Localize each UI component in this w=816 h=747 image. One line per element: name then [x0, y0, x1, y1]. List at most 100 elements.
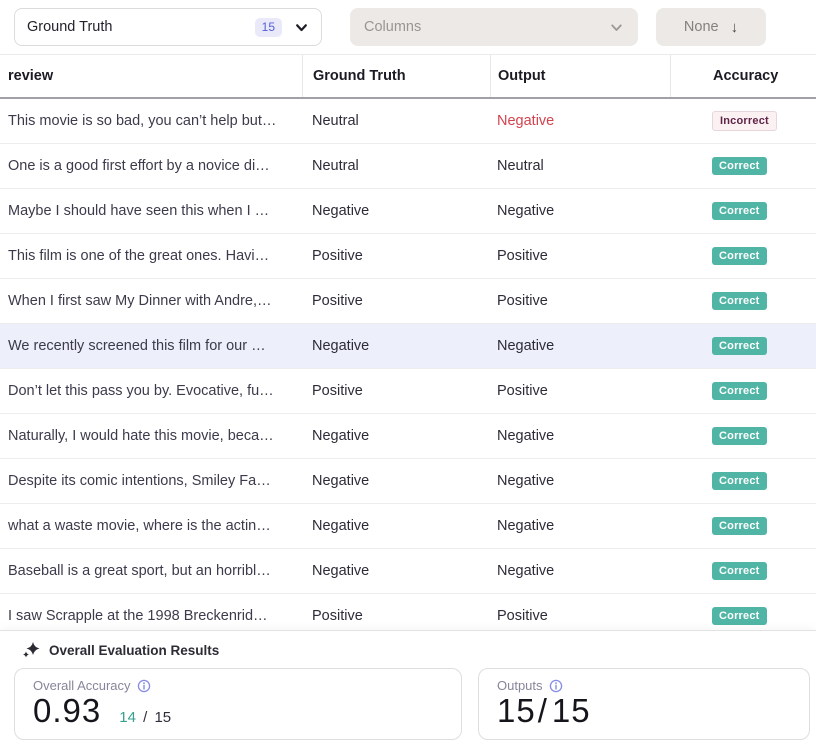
- outputs-numerator: 15: [497, 692, 536, 729]
- review-cell: Naturally, I would hate this movie, beca…: [0, 428, 302, 444]
- output-cell: Negative: [490, 428, 670, 444]
- output-cell: Positive: [490, 383, 670, 399]
- accuracy-cell: Correct: [670, 562, 816, 580]
- ground-truth-cell: Positive: [302, 293, 490, 309]
- toolbar: Ground Truth 15 Columns None ↓: [0, 0, 816, 55]
- accuracy-badge: Correct: [712, 607, 767, 625]
- accuracy-cell: Incorrect: [670, 111, 816, 131]
- ground-truth-cell: Negative: [302, 338, 490, 354]
- output-cell: Positive: [490, 608, 670, 624]
- sort-direction-label: None: [684, 19, 719, 35]
- ground-truth-cell: Neutral: [302, 113, 490, 129]
- ground-truth-cell: Negative: [302, 428, 490, 444]
- table-body: This movie is so bad, you can’t help but…: [0, 99, 816, 639]
- review-cell: Despite its comic intentions, Smiley Fa…: [0, 473, 302, 489]
- outputs-denominator: 15: [552, 692, 591, 729]
- table-row[interactable]: what a waste movie, where is the actin…N…: [0, 504, 816, 549]
- overall-results-panel: Overall Evaluation Results Overall Accur…: [0, 630, 816, 747]
- accuracy-badge: Correct: [712, 247, 767, 265]
- accuracy-badge: Correct: [712, 292, 767, 310]
- output-cell: Negative: [490, 518, 670, 534]
- ground-truth-cell: Negative: [302, 563, 490, 579]
- info-icon[interactable]: [549, 679, 563, 693]
- table-row[interactable]: This film is one of the great ones. Havi…: [0, 234, 816, 279]
- ground-truth-select[interactable]: Ground Truth 15: [14, 8, 322, 46]
- columns-select-placeholder: Columns: [364, 19, 421, 35]
- ground-truth-cell: Positive: [302, 383, 490, 399]
- accuracy-badge: Correct: [712, 517, 767, 535]
- output-cell: Positive: [490, 248, 670, 264]
- table-row[interactable]: We recently screened this film for our ……: [0, 324, 816, 369]
- table-row[interactable]: Maybe I should have seen this when I …Ne…: [0, 189, 816, 234]
- review-cell: We recently screened this film for our …: [0, 338, 302, 354]
- accuracy-badge: Correct: [712, 427, 767, 445]
- table-row[interactable]: Despite its comic intentions, Smiley Fa……: [0, 459, 816, 504]
- table-row[interactable]: When I first saw My Dinner with Andre,…P…: [0, 279, 816, 324]
- overall-accuracy-value-row: 0.93 14 / 15: [33, 694, 443, 729]
- sort-direction-button[interactable]: None ↓: [656, 8, 766, 46]
- accuracy-cell: Correct: [670, 517, 816, 535]
- outputs-value-row: 15/15: [497, 694, 791, 729]
- correct-count: 14: [119, 709, 136, 726]
- overall-accuracy-label: Overall Accuracy: [33, 678, 131, 693]
- accuracy-cell: Correct: [670, 157, 816, 175]
- outputs-separator: /: [538, 692, 548, 729]
- overall-accuracy-label-row: Overall Accuracy: [33, 678, 443, 693]
- row-count-badge: 15: [255, 18, 282, 37]
- arrow-down-icon: ↓: [731, 19, 739, 36]
- table-row[interactable]: Baseball is a great sport, but an horrib…: [0, 549, 816, 594]
- review-cell: I saw Scrapple at the 1998 Breckenrid…: [0, 608, 302, 624]
- accuracy-cell: Correct: [670, 607, 816, 625]
- review-cell: what a waste movie, where is the actin…: [0, 518, 302, 534]
- table-row[interactable]: One is a good first effort by a novice d…: [0, 144, 816, 189]
- ground-truth-cell: Positive: [302, 248, 490, 264]
- table-header: review Ground Truth Output Accuracy: [0, 55, 816, 99]
- info-icon[interactable]: [137, 679, 151, 693]
- accuracy-badge: Correct: [712, 562, 767, 580]
- columns-select[interactable]: Columns: [350, 8, 638, 46]
- table-row[interactable]: Don’t let this pass you by. Evocative, f…: [0, 369, 816, 414]
- accuracy-badge: Correct: [712, 337, 767, 355]
- output-cell: Neutral: [490, 158, 670, 174]
- outputs-label-row: Outputs: [497, 678, 791, 693]
- column-header-accuracy[interactable]: Accuracy: [670, 55, 816, 97]
- column-header-review[interactable]: review: [0, 55, 302, 97]
- accuracy-cell: Correct: [670, 337, 816, 355]
- column-header-ground-truth[interactable]: Ground Truth: [302, 55, 490, 97]
- output-cell: Positive: [490, 293, 670, 309]
- output-cell: Negative: [490, 338, 670, 354]
- table-row[interactable]: Naturally, I would hate this movie, beca…: [0, 414, 816, 459]
- accuracy-cell: Correct: [670, 472, 816, 490]
- review-cell: Maybe I should have seen this when I …: [0, 203, 302, 219]
- accuracy-badge: Correct: [712, 202, 767, 220]
- sparkles-icon: [22, 641, 40, 659]
- ground-truth-select-label: Ground Truth: [27, 19, 255, 35]
- review-cell: One is a good first effort by a novice d…: [0, 158, 302, 174]
- output-cell: Negative: [490, 473, 670, 489]
- review-cell: This film is one of the great ones. Havi…: [0, 248, 302, 264]
- table-row[interactable]: This movie is so bad, you can’t help but…: [0, 99, 816, 144]
- accuracy-badge: Correct: [712, 382, 767, 400]
- chevron-down-icon: [609, 20, 624, 35]
- review-cell: Baseball is a great sport, but an horrib…: [0, 563, 302, 579]
- review-cell: This movie is so bad, you can’t help but…: [0, 113, 302, 129]
- ground-truth-cell: Negative: [302, 518, 490, 534]
- accuracy-cell: Correct: [670, 292, 816, 310]
- ground-truth-cell: Positive: [302, 608, 490, 624]
- ground-truth-cell: Negative: [302, 203, 490, 219]
- output-cell: Negative: [490, 203, 670, 219]
- output-cell: Negative: [490, 563, 670, 579]
- total-count: 15: [154, 709, 171, 726]
- ground-truth-cell: Negative: [302, 473, 490, 489]
- outputs-value: 15/15: [497, 694, 591, 729]
- outputs-label: Outputs: [497, 678, 543, 693]
- output-cell: Negative: [490, 113, 670, 129]
- accuracy-fraction: 14 / 15: [119, 709, 171, 726]
- accuracy-cell: Correct: [670, 427, 816, 445]
- overall-accuracy-value: 0.93: [33, 694, 101, 729]
- accuracy-badge: Correct: [712, 472, 767, 490]
- review-cell: When I first saw My Dinner with Andre,…: [0, 293, 302, 309]
- column-header-output[interactable]: Output: [490, 55, 670, 97]
- outputs-card: Outputs 15/15: [478, 668, 810, 740]
- accuracy-badge: Correct: [712, 157, 767, 175]
